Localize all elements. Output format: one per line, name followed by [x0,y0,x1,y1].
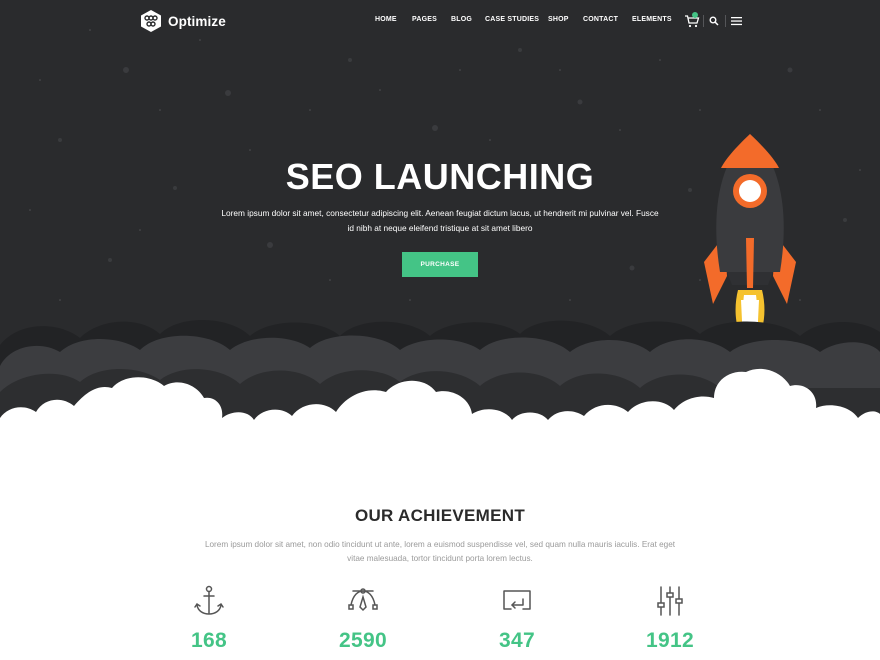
stat-item: 347 [457,585,577,653]
achievement-description: Lorem ipsum dolor sit amet, non odio tin… [204,540,676,563]
brand-name: Optimize [168,13,226,29]
hero-title: SEO LAUNCHING [285,156,595,197]
nav-blog[interactable]: BLOG [451,16,472,23]
stat-item: 2590 [303,585,423,653]
nav-contact[interactable]: CONTACT [583,16,618,23]
nav-elements[interactable]: ELEMENTS [632,16,672,23]
divider [725,15,726,27]
anchor-icon [194,585,224,615]
equalizer-sliders-icon [657,586,683,616]
purchase-button[interactable]: PURCHASE [402,252,478,277]
monitor-return-icon [503,590,531,610]
nav-pages[interactable]: PAGES [412,16,437,23]
menu-icon[interactable] [731,16,742,26]
nav-case-studies[interactable]: CASE STUDIES [485,16,539,23]
stat-value: 168 [191,629,227,652]
logo-icon [141,10,161,32]
site-header: Optimize HOME PAGES BLOG CASE STUDIES SH… [0,0,880,44]
nav-home[interactable]: HOME [375,16,397,23]
stat-value: 1912 [646,629,694,652]
achievement-title: OUR ACHIEVEMENT [354,506,526,525]
nav-shop[interactable]: SHOP [548,16,569,23]
site-logo[interactable]: Optimize [139,9,226,33]
cart-badge [692,12,698,18]
stat-item: 1912 [610,585,730,653]
search-icon[interactable] [709,16,719,26]
divider [703,15,704,27]
hero-description: Lorem ipsum dolor sit amet, consectetur … [221,208,659,233]
bezier-pen-icon [348,588,378,612]
stat-value: 347 [499,629,535,652]
stat-item: 168 [149,585,269,653]
hero-section: Optimize HOME PAGES BLOG CASE STUDIES SH… [0,0,880,450]
stat-value: 2590 [339,629,387,652]
